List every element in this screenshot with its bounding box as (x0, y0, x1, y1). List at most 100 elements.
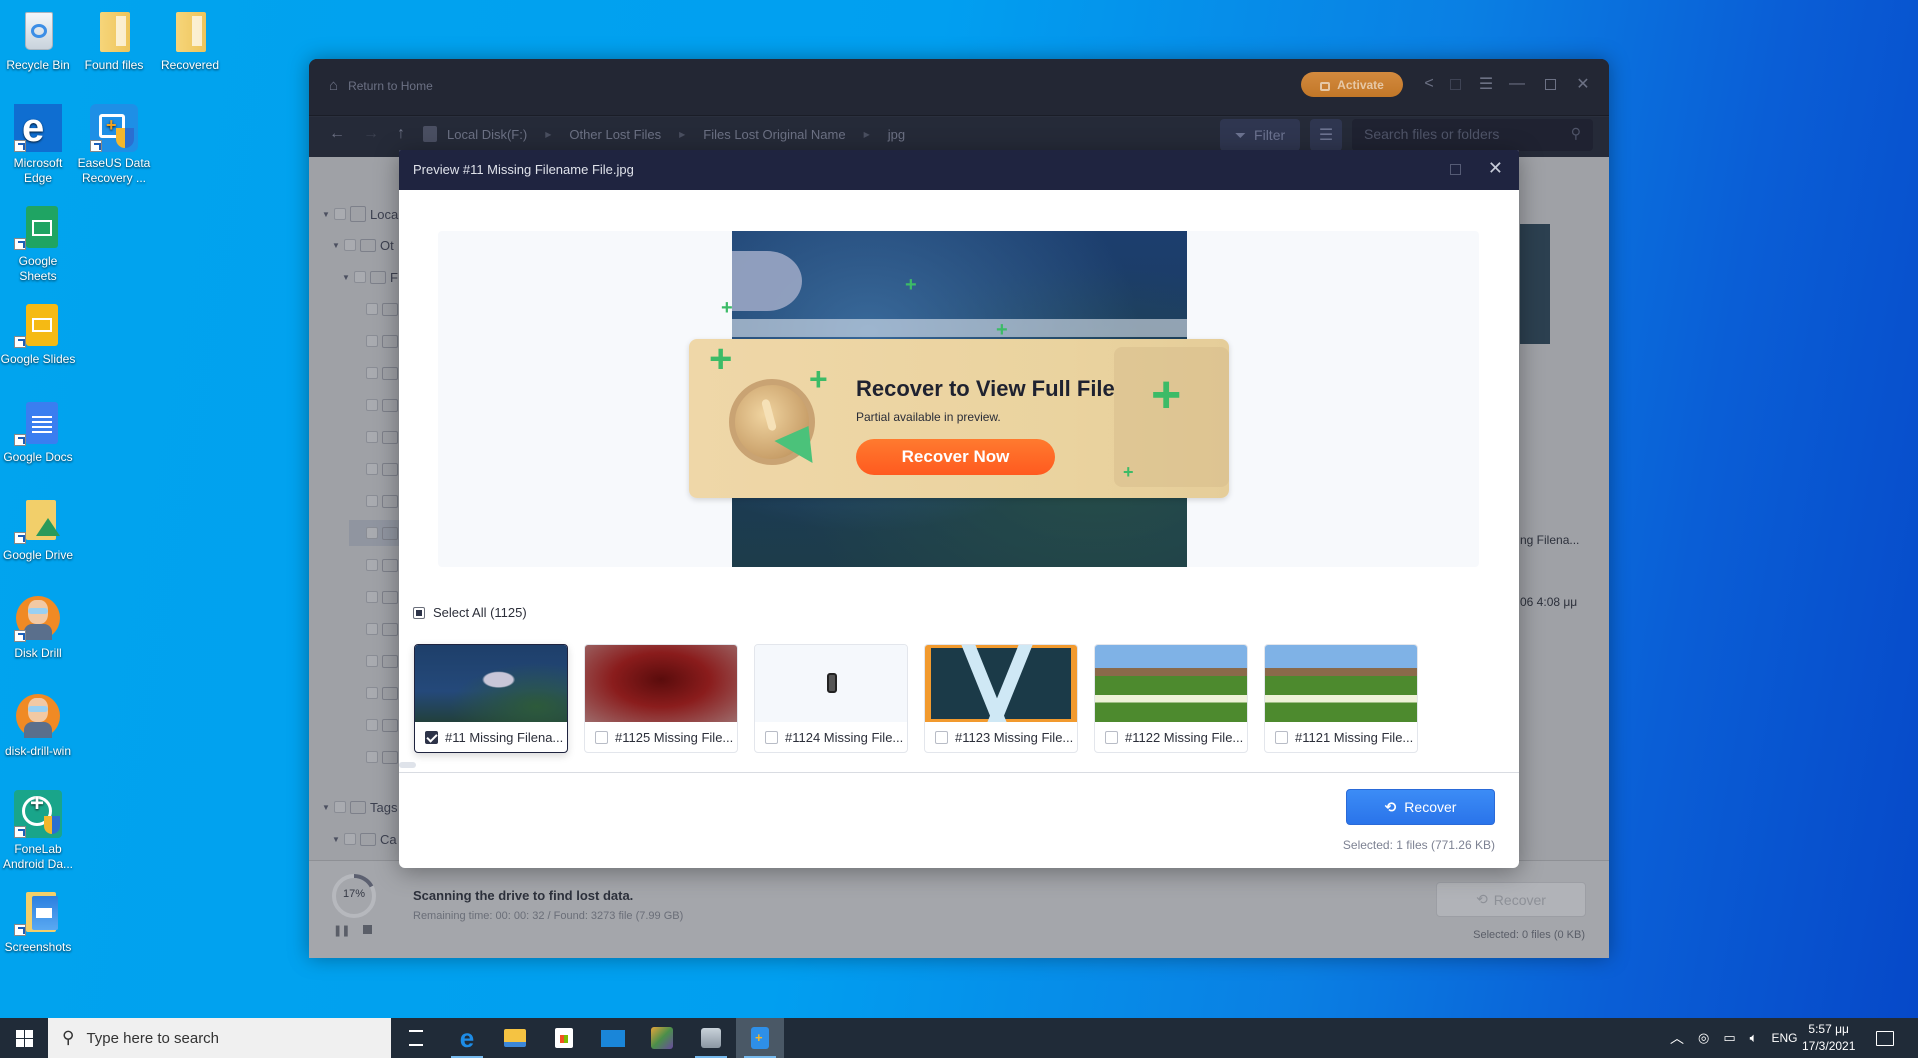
desktop-icon-screenshots[interactable]: Screenshots (0, 888, 76, 955)
checkbox[interactable] (344, 239, 356, 251)
checkbox[interactable] (366, 431, 378, 443)
task-view-icon[interactable] (392, 1018, 440, 1058)
return-home-button[interactable]: ⌂ Return to Home (329, 77, 433, 94)
checkbox[interactable] (366, 559, 378, 571)
desktop-icon-disk-drill-win[interactable]: disk-drill-win (0, 692, 76, 759)
tree-item[interactable]: ▼ Ca (332, 826, 397, 852)
checkbox[interactable] (366, 399, 378, 411)
tree-item[interactable] (366, 424, 402, 450)
checkbox[interactable] (366, 303, 378, 315)
back-arrow-icon[interactable]: ← (329, 125, 345, 143)
easeus-taskbar-icon[interactable]: + (736, 1018, 784, 1058)
select-all-checkbox[interactable]: Select All (1125) (413, 605, 527, 620)
checkbox[interactable] (344, 833, 356, 845)
tree-item[interactable] (366, 456, 402, 482)
desktop-icon-found-files[interactable]: Found files (76, 6, 152, 73)
breadcrumb-item[interactable]: Other Lost Files (569, 127, 661, 142)
thumbnail-checkbox[interactable] (765, 731, 778, 744)
checkbox[interactable] (334, 208, 346, 220)
camera-icon[interactable]: ◎ (1698, 1030, 1709, 1046)
notifications-icon[interactable] (1876, 1018, 1894, 1058)
thumbnail-card[interactable]: #1125 Missing File... (584, 644, 738, 753)
maximize-icon[interactable] (1450, 164, 1461, 175)
menu-icon[interactable]: ☰ (1473, 71, 1499, 97)
close-window-icon[interactable]: ✕ (1570, 71, 1596, 97)
checkbox[interactable] (366, 463, 378, 475)
close-icon[interactable]: ✕ (1488, 158, 1503, 179)
desktop-icon-fonelab[interactable]: + FoneLab Android Da... (0, 790, 76, 872)
tree-item[interactable]: ▼ Loca (322, 201, 398, 227)
breadcrumb-item[interactable]: Files Lost Original Name (703, 127, 845, 142)
photos-app-icon[interactable] (638, 1018, 686, 1058)
feedback-icon[interactable] (1442, 71, 1468, 97)
horizontal-scrollbar[interactable] (399, 762, 416, 768)
thumbnail-card[interactable]: #1122 Missing File... (1094, 644, 1248, 753)
checkbox[interactable] (366, 591, 378, 603)
language-indicator[interactable]: ENG (1771, 1031, 1797, 1045)
edge-taskbar-icon[interactable]: e (443, 1018, 491, 1058)
forward-arrow-icon[interactable]: → (363, 125, 379, 143)
desktop-icon-easeus[interactable]: + EaseUS Data Recovery ... (76, 104, 152, 186)
checkbox[interactable] (366, 719, 378, 731)
desktop-icon-disk-drill[interactable]: Disk Drill (0, 594, 76, 661)
file-explorer-icon[interactable] (491, 1018, 539, 1058)
thumbnail-card[interactable]: #1121 Missing File... (1264, 644, 1418, 753)
checkbox[interactable] (366, 495, 378, 507)
tree-item[interactable]: ▼ Tags (322, 794, 397, 820)
desktop-icon-google-docs[interactable]: Google Docs (0, 398, 76, 465)
desktop-icon-microsoft-edge[interactable]: e Microsoft Edge (0, 104, 76, 186)
tree-item[interactable] (366, 744, 402, 770)
thumbnail-checkbox[interactable] (425, 731, 438, 744)
breadcrumb-item[interactable]: Local Disk(F:) (447, 127, 527, 142)
checkbox[interactable] (366, 367, 378, 379)
maximize-icon[interactable] (1537, 71, 1563, 97)
share-icon[interactable]: < (1416, 71, 1442, 97)
tree-item[interactable] (366, 488, 402, 514)
recover-now-button[interactable]: Recover Now (856, 439, 1055, 475)
network-icon[interactable]: ▭ (1723, 1030, 1735, 1046)
tree-item[interactable] (366, 712, 402, 738)
thumbnail-checkbox[interactable] (1105, 731, 1118, 744)
thumbnail-checkbox[interactable] (1275, 731, 1288, 744)
tree-item[interactable] (366, 584, 402, 610)
desktop-icon-google-slides[interactable]: Google Slides (0, 300, 76, 367)
thumbnail-checkbox[interactable] (595, 731, 608, 744)
checkbox[interactable] (366, 623, 378, 635)
checkbox[interactable] (366, 335, 378, 347)
checkbox[interactable] (366, 527, 378, 539)
tree-item[interactable] (366, 616, 402, 642)
recover-button[interactable]: ⟲ Recover (1346, 789, 1495, 825)
taskbar-search-input[interactable]: ⚲ Type here to search (48, 1018, 391, 1058)
checkbox[interactable] (334, 801, 346, 813)
checkbox[interactable] (354, 271, 366, 283)
activate-button[interactable]: Activate (1301, 72, 1403, 97)
desktop-icon-recovered[interactable]: Recovered (152, 6, 228, 73)
tree-item[interactable]: ▼ Ot (332, 232, 394, 258)
tree-item[interactable] (366, 648, 402, 674)
tree-item[interactable]: ▼ F (342, 264, 398, 290)
checkbox[interactable] (366, 655, 378, 667)
minimize-icon[interactable]: — (1504, 71, 1530, 97)
desktop-icon-google-drive[interactable]: Google Drive (0, 496, 76, 563)
tree-item[interactable] (366, 360, 402, 386)
clock[interactable]: 5:57 μμ 17/3/2021 (1802, 1018, 1855, 1058)
thumbnail-checkbox[interactable] (935, 731, 948, 744)
pause-icon[interactable]: ❚❚ (333, 924, 350, 937)
recover-button-disabled[interactable]: ⟲ Recover (1436, 882, 1586, 917)
volume-icon[interactable]: 🔈︎ (1750, 1030, 1758, 1046)
checkbox-partial[interactable] (413, 606, 425, 619)
filter-button[interactable]: ⏷ Filter (1220, 119, 1300, 151)
tree-item[interactable] (366, 392, 402, 418)
desktop-icon-recycle-bin[interactable]: Recycle Bin (0, 6, 76, 73)
thumbnail-card[interactable]: #1124 Missing File... (754, 644, 908, 753)
breadcrumb-item[interactable]: jpg (888, 127, 905, 142)
checkbox[interactable] (366, 751, 378, 763)
up-arrow-icon[interactable]: ↑ (397, 125, 405, 143)
tree-item[interactable] (366, 552, 402, 578)
disk-app-icon[interactable] (687, 1018, 735, 1058)
start-button[interactable] (0, 1018, 48, 1058)
tree-item[interactable] (366, 296, 402, 322)
thumbnail-card[interactable]: #1123 Missing File... (924, 644, 1078, 753)
checkbox[interactable] (366, 687, 378, 699)
store-icon[interactable] (540, 1018, 588, 1058)
